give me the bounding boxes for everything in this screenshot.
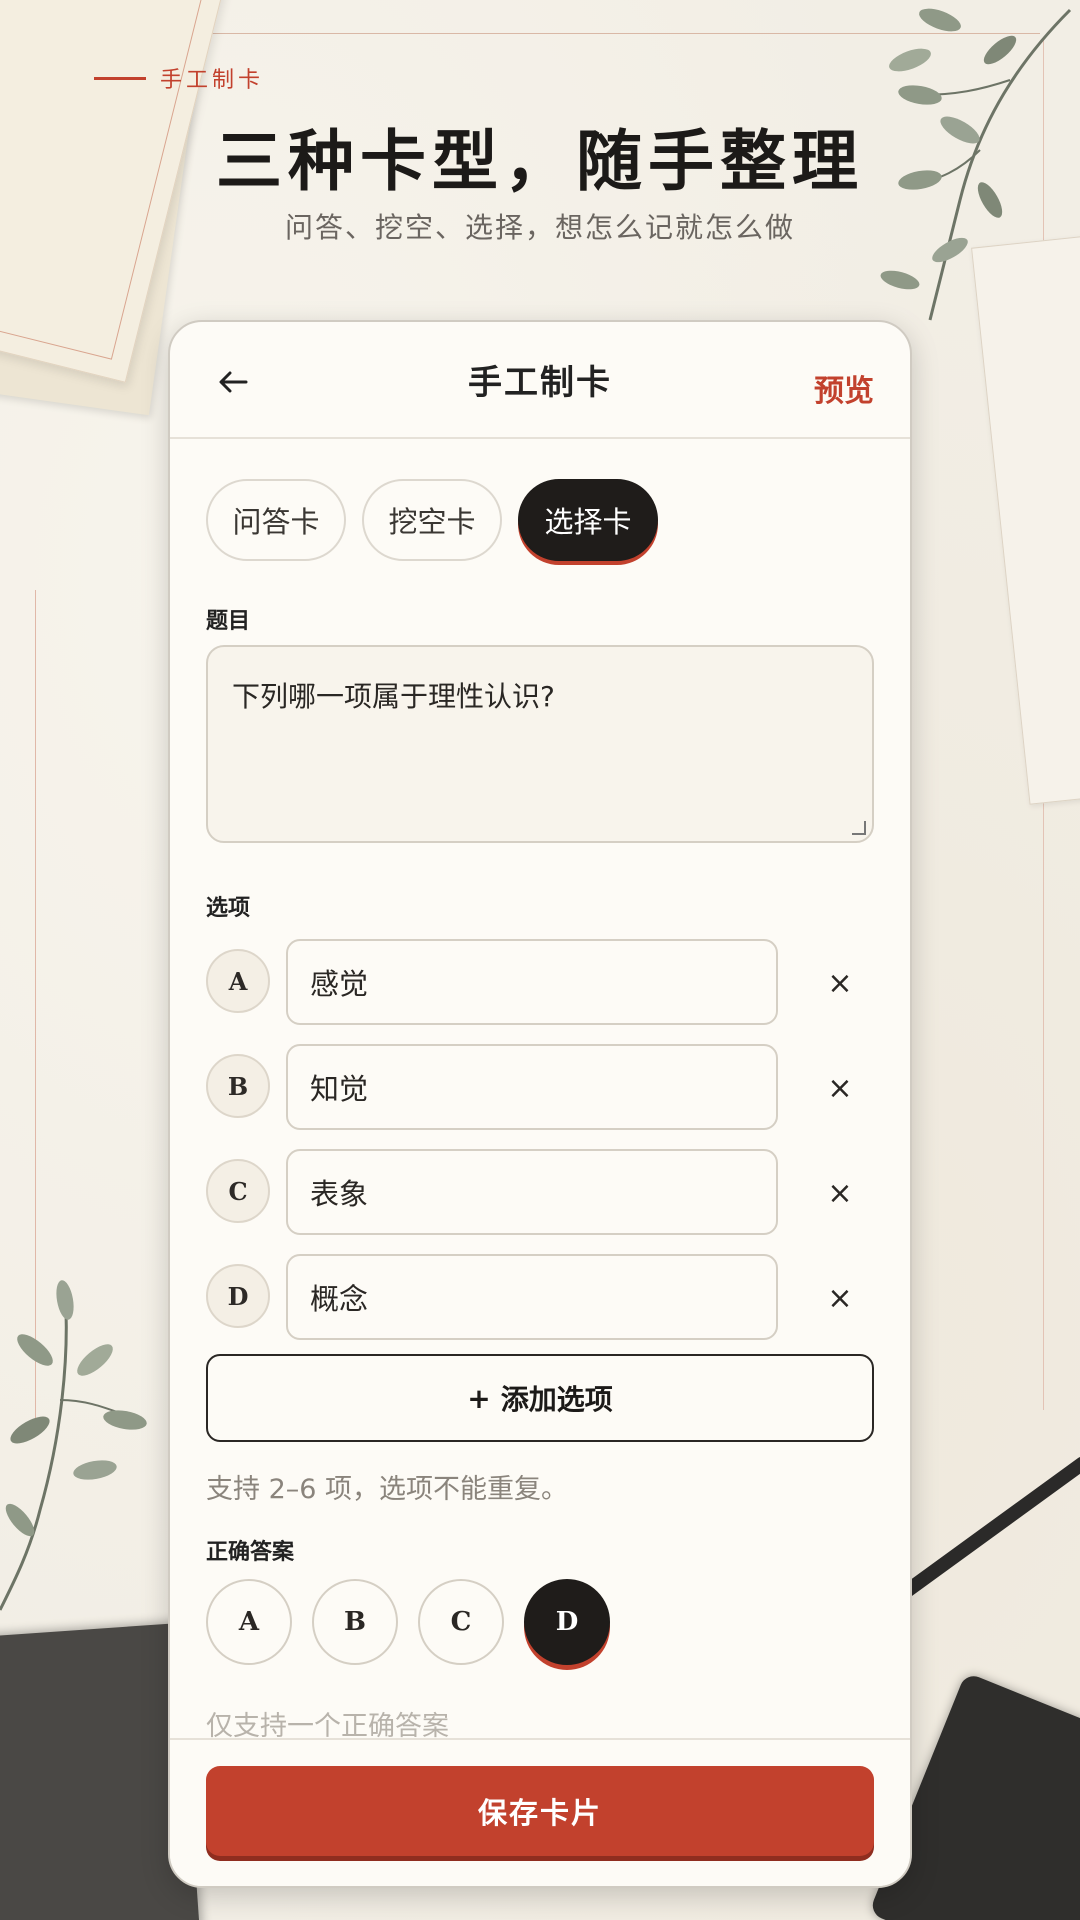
option-letter-badge: A: [206, 949, 270, 1013]
option-row: C 表象 ×: [206, 1149, 874, 1237]
footer-bar: 保存卡片: [170, 1738, 910, 1886]
preview-button[interactable]: 预览: [814, 366, 874, 410]
hero-title: 三种卡型，随手整理: [216, 122, 864, 200]
page-title: 手工制卡: [468, 363, 612, 403]
option-input[interactable]: 概念: [286, 1254, 778, 1340]
question-textarea[interactable]: 下列哪一项属于理性认识?: [206, 645, 874, 843]
hero-subtitle: 问答、挖空、选择，想怎么记就怎么做: [284, 211, 795, 244]
options-hint: 支持 2–6 项，选项不能重复。: [206, 1474, 569, 1505]
question-text: 下列哪一项属于理性认识?: [232, 680, 555, 713]
option-row: A 感觉 ×: [206, 939, 874, 1027]
add-option-label: 添加选项: [500, 1383, 613, 1416]
eyebrow-text: 手工制卡: [160, 68, 265, 93]
answer-choice-c[interactable]: C: [418, 1579, 504, 1665]
option-input[interactable]: 表象: [286, 1149, 778, 1235]
tab-qa-card[interactable]: 问答卡: [206, 479, 346, 561]
correct-answer-label: 正确答案: [206, 1540, 295, 1565]
save-card-button[interactable]: 保存卡片: [206, 1766, 874, 1856]
answer-choice-a[interactable]: A: [206, 1579, 292, 1665]
option-input[interactable]: 感觉: [286, 939, 778, 1025]
answer-choice-b[interactable]: B: [312, 1579, 398, 1665]
add-option-button[interactable]: + 添加选项: [206, 1354, 874, 1442]
option-row: B 知觉 ×: [206, 1044, 874, 1132]
tab-choice-card[interactable]: 选择卡: [518, 479, 658, 561]
remove-option-icon[interactable]: ×: [822, 1280, 858, 1316]
resize-handle[interactable]: [852, 821, 866, 835]
question-label: 题目: [206, 609, 251, 634]
branch-leaves-decoration: [0, 1280, 147, 1611]
eyebrow-line: [94, 76, 146, 80]
remove-option-icon[interactable]: ×: [822, 1070, 858, 1106]
option-letter-badge: C: [206, 1159, 270, 1223]
answer-choice-d[interactable]: D: [524, 1579, 610, 1665]
option-letter-badge: D: [206, 1264, 270, 1328]
tab-cloze-card[interactable]: 挖空卡: [362, 479, 502, 561]
option-input[interactable]: 知觉: [286, 1044, 778, 1130]
remove-option-icon[interactable]: ×: [822, 965, 858, 1001]
phone-frame: 手工制卡 预览 问答卡 挖空卡 选择卡 题目 下列哪一项属于理性认识? 选项 A…: [168, 320, 912, 1888]
option-row: D 概念 ×: [206, 1254, 874, 1342]
plus-icon: +: [467, 1381, 491, 1415]
option-letter-badge: B: [206, 1054, 270, 1118]
answer-selector: A B C D: [206, 1579, 610, 1665]
options-label: 选项: [206, 896, 251, 921]
arrow-left-icon[interactable]: [218, 370, 248, 394]
remove-option-icon[interactable]: ×: [822, 1175, 858, 1211]
eyebrow: 手工制卡: [94, 62, 264, 94]
app-bar: 手工制卡 预览: [170, 322, 910, 439]
card-type-tabs: 问答卡 挖空卡 选择卡: [206, 479, 658, 561]
